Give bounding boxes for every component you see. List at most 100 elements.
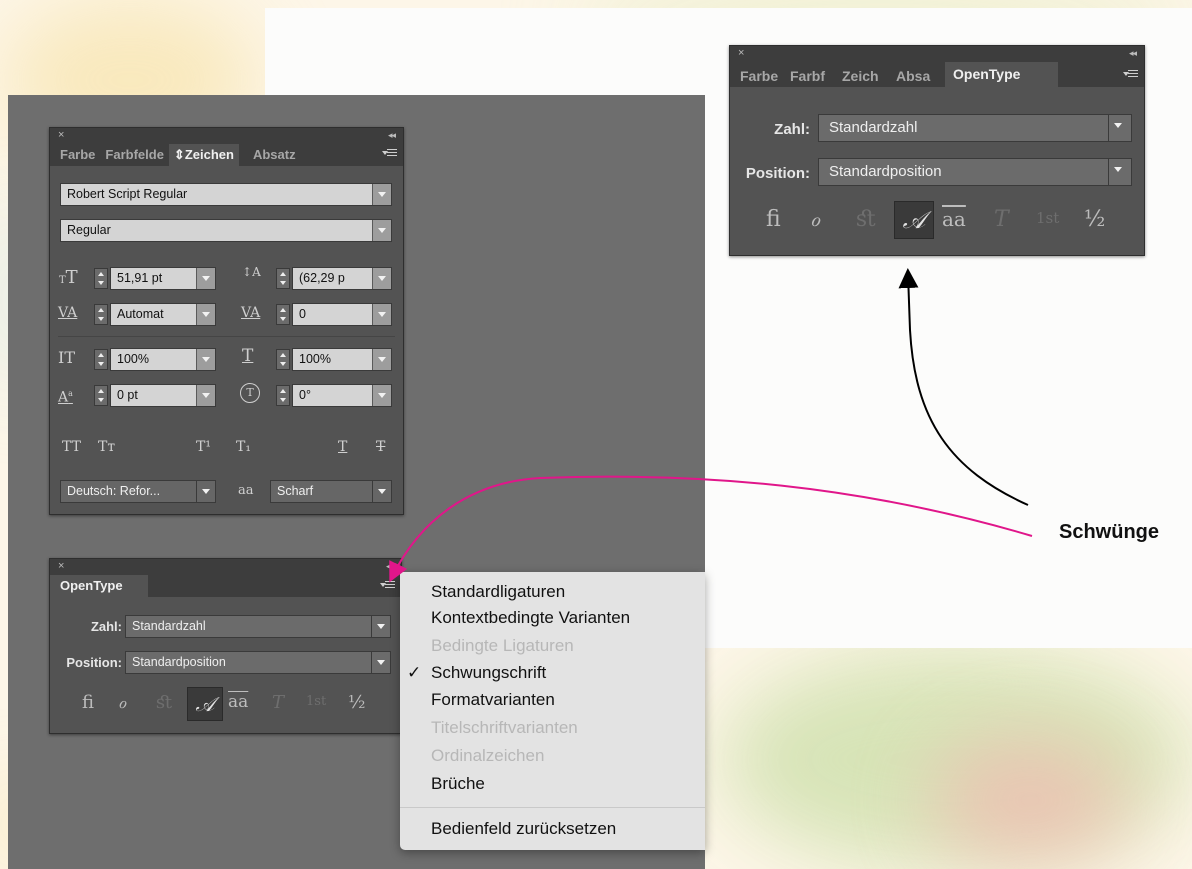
ligatures-button[interactable]: ﬁ: [82, 692, 94, 713]
chevron-down-icon: [196, 304, 215, 325]
leading-icon: ↕A: [242, 265, 261, 279]
fractions-button[interactable]: ½: [348, 692, 365, 713]
collapse-icon[interactable]: ◂◂: [386, 559, 394, 573]
menu-separator: [400, 807, 705, 808]
horizontal-scale-field[interactable]: 100%: [292, 348, 392, 371]
menu-item-formatvarianten[interactable]: Formatvarianten: [431, 689, 555, 711]
zahl-label: Zahl:: [90, 619, 122, 634]
swash-button[interactable]: 𝒜: [187, 687, 223, 721]
zahl-select[interactable]: Standardzahl: [818, 114, 1132, 142]
discretionary-ligatures-button[interactable]: ﬆ: [156, 692, 173, 713]
swash-button[interactable]: 𝒜: [894, 201, 934, 239]
chevron-down-icon: [196, 268, 215, 289]
chevron-down-icon: [371, 652, 390, 673]
menu-item-brueche[interactable]: Brüche: [431, 773, 485, 795]
menu-item-bedienfeld-zuruecksetzen[interactable]: Bedienfeld zurücksetzen: [431, 818, 616, 840]
tab-absatz[interactable]: Absatz: [239, 144, 310, 166]
chevron-down-icon: [196, 385, 215, 406]
all-caps-icon[interactable]: TT: [62, 437, 81, 457]
font-family-value: Robert Script Regular: [67, 187, 188, 201]
panel-menu-icon[interactable]: [1123, 68, 1138, 80]
chevron-down-icon: [372, 481, 391, 502]
leading-field[interactable]: (62,29 p: [292, 267, 392, 290]
rotation-stepper[interactable]: [276, 385, 290, 406]
position-select[interactable]: Standardposition: [818, 158, 1132, 186]
baseline-shift-icon: Aa: [58, 389, 73, 406]
collapse-icon[interactable]: ◂◂: [388, 128, 396, 142]
position-label: Position:: [66, 655, 122, 670]
tab-zeichen[interactable]: Zeich: [837, 65, 891, 87]
language-value: Deutsch: Refor...: [67, 484, 161, 498]
discretionary-ligatures-button[interactable]: ﬆ: [856, 207, 877, 232]
leading-stepper[interactable]: [276, 268, 290, 289]
chevron-down-icon: [372, 385, 391, 406]
fractions-button[interactable]: ½: [1084, 207, 1105, 232]
tab-opentype[interactable]: OpenType: [945, 62, 1058, 87]
zahl-value: Standardzahl: [132, 619, 206, 633]
menu-item-bedingte-ligaturen: Bedingte Ligaturen: [431, 636, 574, 655]
opentype-panel: × ◂◂ OpenType Zahl: Standardzahl Positio…: [49, 558, 402, 734]
font-style-value: Regular: [67, 223, 111, 237]
tab-farbe[interactable]: Farbе: [735, 65, 785, 87]
menu-item-schwungschrift[interactable]: Schwungschrift: [431, 662, 546, 684]
contextual-alternates-button[interactable]: ℴ: [118, 692, 126, 713]
strikethrough-icon[interactable]: T: [376, 437, 385, 457]
position-select[interactable]: Standardposition: [125, 651, 391, 674]
kerning-field[interactable]: Automat: [110, 303, 216, 326]
titling-alternates-button[interactable]: aa: [942, 207, 966, 231]
subscript-icon[interactable]: T₁: [236, 437, 251, 457]
antialias-icon: aa: [238, 483, 254, 498]
vertical-scale-field[interactable]: 100%: [110, 348, 216, 371]
vertical-scale-stepper[interactable]: [94, 349, 108, 370]
small-caps-icon[interactable]: Tᴛ: [98, 437, 115, 457]
collapse-icon[interactable]: ◂◂: [1129, 46, 1137, 60]
position-value: Standardposition: [132, 655, 226, 669]
zahl-select[interactable]: Standardzahl: [125, 615, 391, 638]
close-icon[interactable]: ×: [58, 128, 64, 142]
leading-value: (62,29 p: [299, 271, 345, 285]
ligatures-button[interactable]: ﬁ: [766, 207, 781, 232]
close-icon[interactable]: ×: [738, 46, 744, 60]
underline-icon[interactable]: T: [338, 437, 347, 457]
font-style-select[interactable]: Regular: [60, 219, 392, 242]
annotation-label: Schwünge: [1059, 521, 1160, 543]
tracking-stepper[interactable]: [276, 304, 290, 325]
kerning-icon: VA: [58, 305, 78, 321]
stylistic-alternates-button[interactable]: T: [272, 692, 284, 713]
panel-menu-icon[interactable]: [380, 579, 395, 591]
tab-farbfelder[interactable]: Farbf: [785, 65, 837, 87]
font-size-field[interactable]: 51,91 pt: [110, 267, 216, 290]
contextual-alternates-button[interactable]: ℴ: [810, 207, 820, 232]
font-family-select[interactable]: Robert Script Regular: [60, 183, 392, 206]
panel-menu-icon[interactable]: [382, 147, 397, 159]
menu-item-standardligaturen[interactable]: Standardligaturen: [431, 581, 565, 603]
tab-opentype[interactable]: OpenType: [50, 575, 148, 597]
ordinals-button[interactable]: 1st: [306, 694, 326, 709]
tab-farbe[interactable]: Farbe: [55, 144, 100, 166]
stylistic-alternates-button[interactable]: T: [994, 207, 1009, 232]
menu-item-kontextbedingte-varianten[interactable]: Kontextbedingte Varianten: [431, 607, 630, 629]
kerning-stepper[interactable]: [94, 304, 108, 325]
close-icon[interactable]: ×: [58, 559, 64, 573]
font-size-stepper[interactable]: [94, 268, 108, 289]
titling-alternates-button[interactable]: aa: [228, 692, 248, 712]
baseline-shift-field[interactable]: 0 pt: [110, 384, 216, 407]
tab-farbfelder[interactable]: Farbfelde: [100, 144, 169, 166]
panel-titlebar: × ◂◂: [50, 559, 401, 573]
panel-tabs: OpenType: [50, 573, 401, 597]
chevron-down-icon: [372, 184, 391, 205]
chevron-down-icon: [1108, 115, 1131, 141]
antialias-select[interactable]: Scharf: [270, 480, 392, 503]
rotation-field[interactable]: 0°: [292, 384, 392, 407]
superscript-icon[interactable]: T¹: [196, 437, 211, 457]
baseline-shift-stepper[interactable]: [94, 385, 108, 406]
chevron-down-icon: [372, 220, 391, 241]
tab-zeichen[interactable]: ⇕Zeichen: [168, 144, 239, 166]
language-select[interactable]: Deutsch: Refor...: [60, 480, 216, 503]
character-panel: × ◂◂ Farbe Farbfelde ⇕Zeichen Absatz Rob…: [49, 127, 404, 515]
ordinals-button[interactable]: 1st: [1036, 209, 1059, 227]
tab-absatz[interactable]: Absa: [891, 65, 945, 87]
tracking-field[interactable]: 0: [292, 303, 392, 326]
horizontal-scale-stepper[interactable]: [276, 349, 290, 370]
opentype-panel-zoomed: × ◂◂ Farbе Farbf Zeich Absa OpenType Zah…: [729, 45, 1145, 256]
